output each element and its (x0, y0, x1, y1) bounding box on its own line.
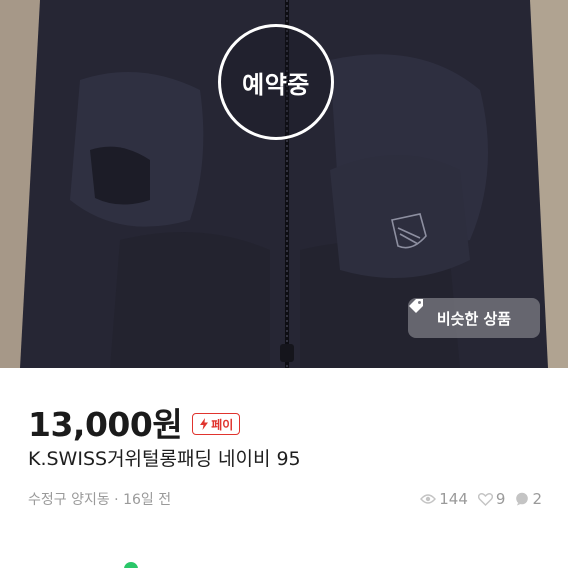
status-dot-icon (124, 562, 138, 568)
reserved-status-badge: 예약중 (218, 24, 334, 140)
product-title: K.SWISS거위털롱패딩 네이비 95 (28, 448, 301, 470)
meta-row: 수정구 양지동 · 16일 전 144 9 2 (28, 488, 542, 510)
chats-stat: 2 (515, 490, 542, 508)
product-photo[interactable]: 예약중 비슷한 상품 (0, 0, 568, 368)
pay-badge-label: 페이 (211, 417, 234, 432)
likes-count: 9 (495, 490, 506, 508)
next-section-peek (0, 558, 568, 568)
lightning-icon (200, 418, 209, 430)
heart-icon (477, 492, 493, 506)
price: 13,000원 (28, 405, 183, 444)
views-count: 144 (439, 490, 468, 508)
tag-icon (409, 299, 423, 313)
listing-info: 13,000원 페이 K.SWISS거위털롱패딩 네이비 95 수정구 양지동 … (0, 368, 568, 568)
chats-count: 2 (532, 490, 542, 508)
chat-icon (516, 492, 529, 506)
location-time: 수정구 양지동 · 16일 전 (28, 492, 172, 508)
eye-icon (420, 494, 437, 504)
views-stat: 144 (420, 490, 468, 508)
likes-stat: 9 (477, 490, 506, 508)
reserved-label: 예약중 (242, 70, 310, 99)
similar-products-label: 비슷한 상품 (436, 309, 512, 328)
price-row: 13,000원 페이 (28, 398, 241, 446)
pay-badge: 페이 (192, 413, 241, 435)
stats: 144 9 2 (420, 490, 542, 508)
similar-products-button[interactable]: 비슷한 상품 (408, 298, 540, 338)
